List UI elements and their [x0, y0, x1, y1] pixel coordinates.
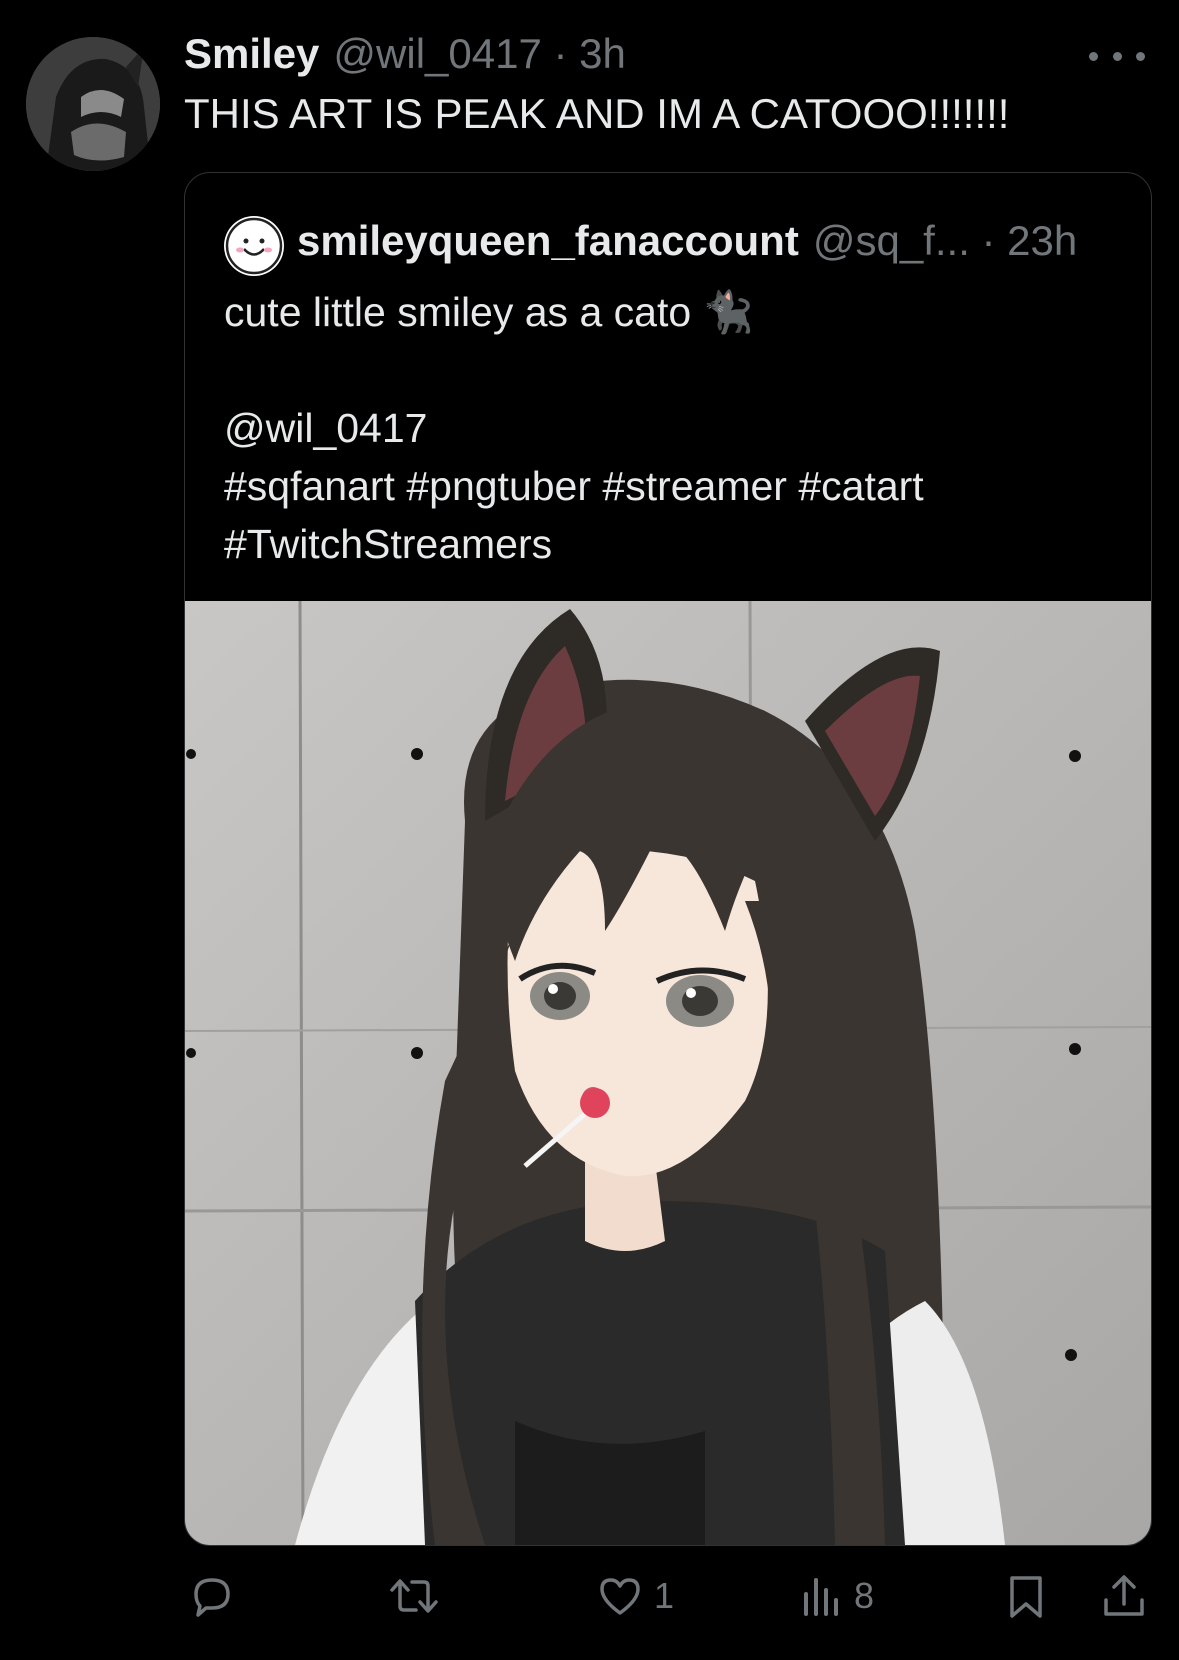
quote-line: cute little smiley as a cato 🐈‍⬛: [224, 289, 754, 335]
quote-author-avatar[interactable]: [224, 216, 284, 276]
more-options-icon[interactable]: [1089, 36, 1145, 76]
like-button[interactable]: 1: [596, 1560, 674, 1632]
retweet-icon: [390, 1579, 438, 1613]
retweet-button[interactable]: [388, 1560, 440, 1632]
quote-author-handle-time[interactable]: @sq_f... · 23h: [813, 217, 1077, 265]
bookmark-icon: [1010, 1576, 1042, 1618]
action-bar: 1 8: [0, 1560, 1179, 1632]
bookmark-button[interactable]: [1004, 1560, 1048, 1632]
views-count: 8: [854, 1575, 875, 1616]
views-icon: [804, 1578, 838, 1616]
tweet-header: Smiley @wil_0417 · 3h: [184, 30, 626, 86]
hashtags-line[interactable]: #TwitchStreamers: [224, 515, 924, 573]
author-name[interactable]: Smiley: [184, 30, 319, 78]
hashtags-line[interactable]: #sqfanart #pngtuber #streamer #catart: [224, 457, 924, 515]
reply-button[interactable]: [188, 1560, 236, 1632]
heart-icon: [600, 1578, 640, 1615]
reply-icon: [194, 1578, 230, 1617]
quote-line: [224, 341, 924, 399]
author-avatar[interactable]: [26, 37, 160, 171]
anime-cat-girl-artwork: [185, 600, 1151, 1545]
mention-link[interactable]: @wil_0417: [224, 399, 924, 457]
quote-author-name[interactable]: smileyqueen_fanaccount: [297, 217, 799, 265]
author-handle-time[interactable]: @wil_0417 · 3h: [333, 30, 625, 78]
quote-header: smileyqueen_fanaccount @sq_f... · 23h: [297, 217, 1077, 265]
share-icon: [1104, 1575, 1144, 1616]
tweet-text: THIS ART IS PEAK AND IM A CATOOO!!!!!!!: [184, 90, 1010, 137]
quoted-tweet[interactable]: smileyqueen_fanaccount @sq_f... · 23h cu…: [184, 172, 1152, 1546]
share-button[interactable]: [1100, 1560, 1148, 1632]
quote-text: cute little smiley as a cato 🐈‍⬛ @wil_04…: [224, 283, 924, 573]
views-button[interactable]: 8: [800, 1560, 874, 1632]
like-count: 1: [654, 1575, 675, 1616]
quote-image[interactable]: [185, 600, 1151, 1545]
